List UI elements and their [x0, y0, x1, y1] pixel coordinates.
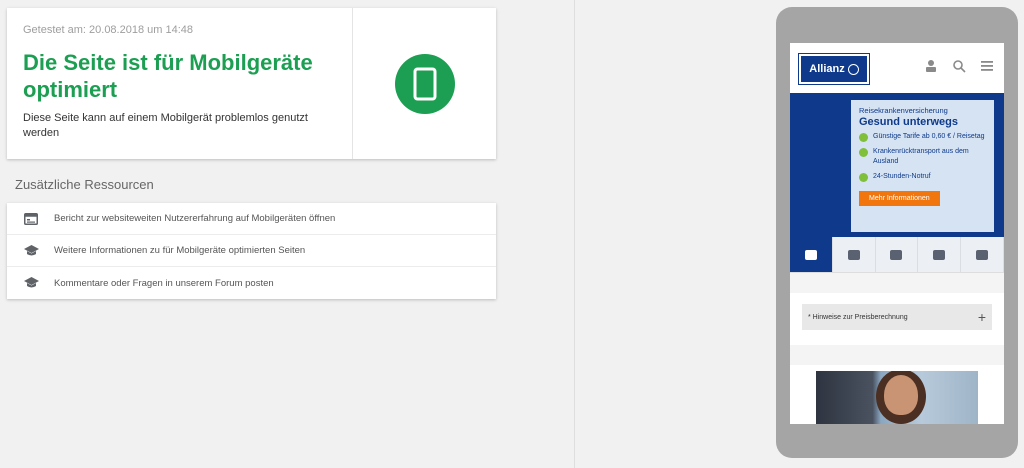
hero-bullet: Krankenrücktransport aus dem Ausland [859, 147, 986, 167]
result-text: Getestet am: 20.08.2018 um 14:48 Die Sei… [7, 8, 353, 159]
tab-travel[interactable] [790, 237, 833, 272]
report-icon [23, 211, 39, 227]
resource-link-info[interactable]: Weitere Informationen zu für Mobilgeräte… [7, 235, 496, 267]
price-notes-accordion[interactable]: * Hinweise zur Preisberechnung + [802, 304, 992, 330]
bullet-text: Günstige Tarife ab 0,60 € / Reisetag [873, 133, 985, 140]
preview-tab-bar [790, 237, 1004, 273]
check-icon [859, 148, 868, 157]
logo-text: Allianz [809, 63, 845, 75]
resource-label: Bericht zur websiteweiten Nutzererfahrun… [54, 213, 336, 224]
travel-icon [804, 249, 817, 260]
tested-timestamp: Getestet am: 20.08.2018 um 14:48 [23, 24, 194, 36]
allianz-emblem-icon [847, 63, 859, 75]
search-icon [953, 60, 966, 73]
hero-bullets: Günstige Tarife ab 0,60 € / Reisetag Kra… [859, 132, 986, 182]
graduation-cap-icon [23, 275, 39, 291]
resource-label: Kommentare oder Fragen in unserem Forum … [54, 277, 274, 289]
allianz-logo: Allianz [798, 53, 870, 85]
tab-document[interactable] [961, 237, 1004, 272]
resource-link-forum[interactable]: Kommentare oder Fragen in unserem Forum … [7, 267, 496, 299]
resources-title: Zusätzliche Ressourcen [15, 177, 154, 192]
accident-icon [933, 249, 946, 260]
resource-link-report[interactable]: Bericht zur websiteweiten Nutzererfahrun… [7, 203, 496, 235]
paw-icon [890, 249, 903, 260]
hero-headline: Gesund unterwegs [859, 116, 959, 128]
tab-accident[interactable] [918, 237, 962, 272]
result-card: Getestet am: 20.08.2018 um 14:48 Die Sei… [7, 8, 496, 159]
accordion-label: * Hinweise zur Preisberechnung [808, 313, 908, 321]
resources-list: Bericht zur websiteweiten Nutzererfahrun… [7, 203, 496, 299]
hero-info-box: Reisekrankenversicherung Gesund unterweg… [851, 100, 994, 232]
more-info-button[interactable]: Mehr Informationen [859, 191, 940, 206]
preview-hero: Reisekrankenversicherung Gesund unterweg… [790, 93, 1004, 237]
bullet-text: 24-Stunden-Notruf [873, 173, 931, 180]
document-icon [976, 249, 989, 260]
preview-accordion-section: * Hinweise zur Preisberechnung + [790, 293, 1004, 345]
user-icon [926, 60, 936, 72]
preview-image-section [790, 365, 1004, 424]
panel-divider [574, 0, 575, 468]
result-icon-area [353, 8, 496, 159]
resource-label: Weitere Informationen zu für Mobilgeräte… [54, 245, 306, 256]
verdict-title: Die Seite ist für Mobilgeräte optimiert [23, 50, 313, 102]
bullet-text: Krankenrücktransport aus dem Ausland [873, 148, 969, 165]
check-icon [859, 173, 868, 182]
bike-icon [847, 249, 860, 260]
plus-icon: + [977, 309, 986, 325]
phone-preview-frame: Allianz Reisekrankenversicherung Gesund … [776, 7, 1018, 458]
mobile-phone-icon [394, 53, 455, 114]
hero-kicker: Reisekrankenversicherung [859, 106, 948, 115]
verdict-description: Diese Seite kann auf einem Mobilgerät pr… [23, 112, 308, 139]
hero-bullet: 24-Stunden-Notruf [859, 172, 986, 182]
tab-bike[interactable] [832, 237, 876, 272]
menu-icon [981, 61, 993, 71]
preview-header: Allianz [790, 43, 1004, 93]
tab-pet[interactable] [875, 237, 919, 272]
phone-screen[interactable]: Allianz Reisekrankenversicherung Gesund … [790, 43, 1004, 424]
photo-face [884, 375, 918, 415]
woman-photo [816, 371, 978, 424]
preview-spacer [790, 273, 1004, 293]
hero-bullet: Günstige Tarife ab 0,60 € / Reisetag [859, 132, 986, 142]
graduation-cap-icon [23, 243, 39, 259]
check-icon [859, 133, 868, 142]
